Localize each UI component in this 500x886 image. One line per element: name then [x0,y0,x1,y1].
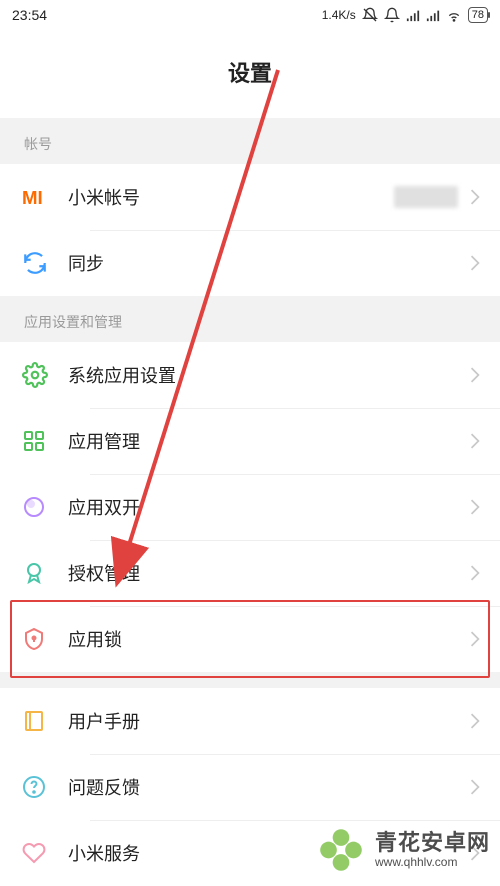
row-label: 应用锁 [68,626,470,652]
do-not-disturb-icon [362,7,378,23]
chevron-right-icon [470,565,480,581]
sync-icon [22,250,68,276]
chevron-right-icon [470,255,480,271]
section-apps: 系统应用设置 应用管理 应用双开 授权管理 应用锁 [0,342,500,672]
row-mi-account[interactable]: MI 小米帐号 [0,164,500,230]
row-app-lock[interactable]: 应用锁 [0,606,500,672]
section-header-account: 帐号 [0,118,500,164]
signal-icon-2 [426,8,440,22]
row-dual-apps[interactable]: 应用双开 [0,474,500,540]
row-label: 授权管理 [68,560,470,586]
chevron-right-icon [470,779,480,795]
row-feedback[interactable]: 问题反馈 [0,754,500,820]
row-label: 应用管理 [68,428,470,454]
network-speed: 1.4K/s [322,8,356,22]
grid-icon [22,429,68,453]
row-authorization[interactable]: 授权管理 [0,540,500,606]
watermark-title: 青花安卓网 [375,831,490,855]
chevron-right-icon [470,433,480,449]
gear-icon [22,362,68,388]
book-icon [22,709,68,733]
chevron-right-icon [470,499,480,515]
battery-indicator: 78 [468,7,488,23]
chevron-right-icon [470,367,480,383]
row-label: 问题反馈 [68,774,470,800]
chevron-right-icon [470,189,480,205]
signal-icon-1 [406,8,420,22]
watermark-logo-icon [315,824,367,876]
account-value-redacted [394,186,458,208]
row-label: 小米帐号 [68,184,394,210]
row-label: 应用双开 [68,494,470,520]
row-label: 用户手册 [68,708,470,734]
watermark-url: www.qhhlv.com [375,856,490,869]
chevron-right-icon [470,631,480,647]
shield-lock-icon [22,627,68,651]
svg-text:MI: MI [22,187,43,208]
mi-logo-icon: MI [22,183,68,211]
heart-icon [22,841,68,865]
question-icon [22,775,68,799]
section-header-apps: 应用设置和管理 [0,296,500,342]
row-app-manage[interactable]: 应用管理 [0,408,500,474]
badge-icon [22,561,68,585]
page-title: 设置 [0,30,500,118]
watermark: 青花安卓网 www.qhhlv.com [315,824,490,876]
circle-icon [22,495,68,519]
row-label: 同步 [68,250,470,276]
bell-icon [384,7,400,23]
row-label: 系统应用设置 [68,362,470,388]
chevron-right-icon [470,713,480,729]
row-sync[interactable]: 同步 [0,230,500,296]
wifi-icon [446,7,462,23]
status-indicators: 1.4K/s 78 [322,7,488,23]
status-clock: 23:54 [12,7,92,23]
row-system-apps[interactable]: 系统应用设置 [0,342,500,408]
section-gap [0,672,500,688]
row-user-manual[interactable]: 用户手册 [0,688,500,754]
section-account: MI 小米帐号 同步 [0,164,500,296]
status-bar: 23:54 1.4K/s 78 [0,0,500,30]
